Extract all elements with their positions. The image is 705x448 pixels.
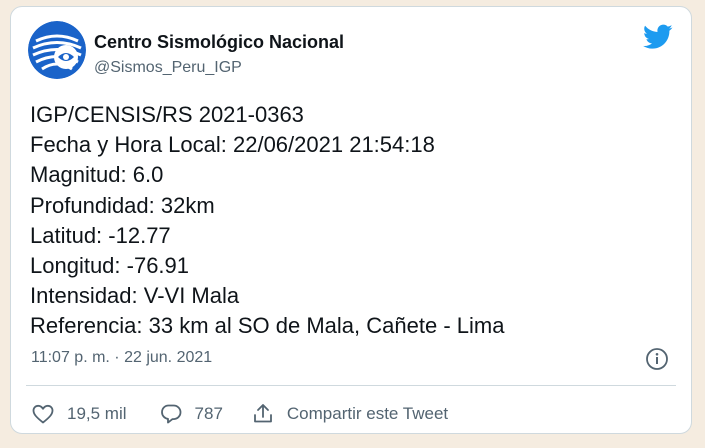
author-handle[interactable]: @Sismos_Peru_IGP (94, 57, 344, 79)
tweet-line: Referencia: 33 km al SO de Mala, Cañete … (30, 313, 505, 339)
share-icon (254, 404, 272, 423)
tweet-line: IGP/CENSIS/RS 2021-0363 (30, 102, 304, 127)
tweet-line: Fecha y Hora Local: 22/06/2021 21:54:18 (30, 132, 435, 158)
reply-count: 787 (194, 404, 223, 423)
tweet-line: Latitud: -12.77 (30, 222, 171, 248)
tweet-timestamp[interactable]: 11:07 p. m. · 22 jun. 2021 (31, 349, 212, 367)
share-label: Compartir este Tweet (286, 404, 449, 423)
tweet-line: Profundidad: 32km (30, 192, 215, 218)
avatar[interactable] (28, 21, 86, 79)
tweet-actions: 19,5 mil 787 Compartir este Tweet (31, 400, 448, 428)
heart-icon (32, 404, 54, 424)
reply-bubble-icon (160, 404, 181, 424)
tweet-line: Longitud: -76.91 (30, 253, 190, 279)
share-button[interactable]: Compartir este Tweet (251, 402, 448, 426)
twitter-bird-icon[interactable] (643, 24, 673, 50)
author-name[interactable]: Centro Sismológico Nacional (94, 31, 344, 53)
tweet-text: IGP/CENSIS/RS 2021-0363 Fecha y Hora Loc… (30, 100, 670, 342)
igp-logo-icon (28, 21, 86, 79)
tweet-card[interactable]: Centro Sismológico Nacional @Sismos_Peru… (10, 6, 692, 434)
tweet-line: Intensidad: V-VI Mala (30, 283, 240, 309)
tweet-line: Magnitud: 6.0 (30, 162, 164, 188)
like-button[interactable]: 19,5 mil (31, 402, 127, 426)
divider (26, 385, 676, 386)
like-count: 19,5 mil (67, 404, 127, 423)
info-icon[interactable] (645, 347, 669, 371)
reply-button[interactable]: 787 (159, 402, 223, 426)
tweet-author[interactable]: Centro Sismológico Nacional @Sismos_Peru… (94, 31, 344, 79)
